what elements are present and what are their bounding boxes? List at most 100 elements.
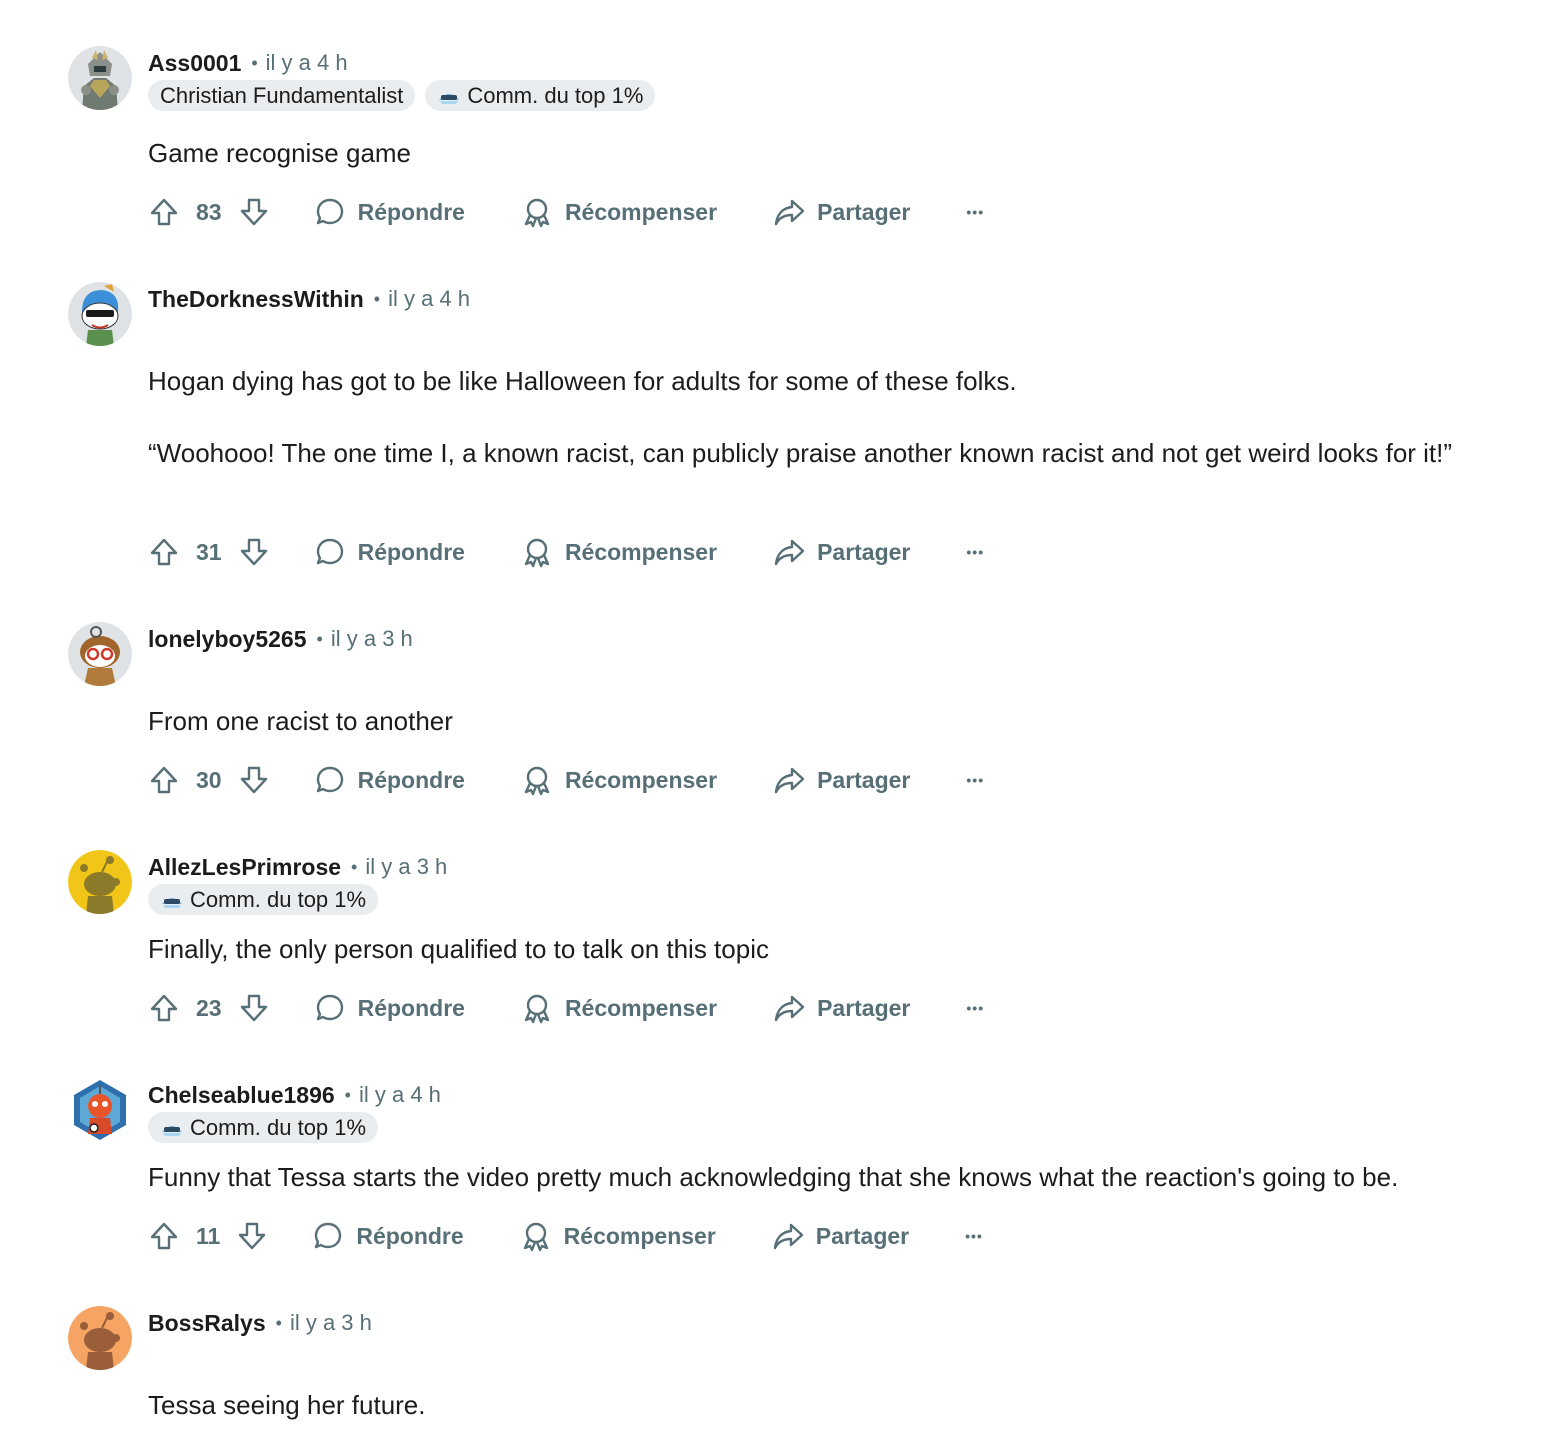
user-flair: Christian Fundamentalist bbox=[148, 80, 416, 111]
downvote-button[interactable] bbox=[238, 992, 270, 1024]
top-commenter-badge[interactable]: Comm. du top 1% bbox=[425, 80, 656, 111]
share-button[interactable]: Partager bbox=[772, 1220, 909, 1252]
award-label: Récompenser bbox=[564, 766, 718, 793]
separator-dot: • bbox=[251, 52, 258, 73]
award-button[interactable]: Récompenser bbox=[521, 536, 717, 568]
reply-label: Répondre bbox=[357, 198, 465, 225]
comment-body: From one racist to another bbox=[148, 701, 1508, 741]
award-button[interactable]: Récompenser bbox=[521, 196, 717, 228]
more-options-button[interactable]: ••• bbox=[966, 772, 984, 788]
upvote-button[interactable] bbox=[148, 764, 180, 796]
award-button[interactable]: Récompenser bbox=[521, 764, 717, 796]
timestamp[interactable]: il y a 3 h bbox=[290, 1310, 372, 1336]
timestamp[interactable]: il y a 3 h bbox=[365, 854, 447, 880]
timestamp[interactable]: il y a 4 h bbox=[359, 1082, 441, 1108]
armored-knight-avatar[interactable] bbox=[68, 46, 132, 110]
upvote-button[interactable] bbox=[148, 196, 180, 228]
separator-dot: • bbox=[351, 856, 358, 877]
top-commenter-icon bbox=[162, 897, 182, 908]
award-icon bbox=[524, 538, 550, 568]
vote-count: 30 bbox=[196, 766, 222, 793]
reply-label: Répondre bbox=[357, 994, 465, 1021]
comment-icon bbox=[315, 1222, 342, 1249]
more-options-button[interactable]: ••• bbox=[966, 204, 984, 220]
default-snoo-orange-avatar[interactable] bbox=[68, 1306, 132, 1370]
upvote-icon bbox=[150, 538, 178, 566]
share-icon bbox=[774, 767, 805, 794]
reply-button[interactable]: Répondre bbox=[314, 196, 465, 228]
downvote-button[interactable] bbox=[238, 536, 270, 568]
action-bar: 31 Répondre Récompenser Partager ••• bbox=[148, 532, 984, 572]
share-icon bbox=[774, 995, 805, 1022]
downvote-button[interactable] bbox=[238, 764, 270, 796]
downvote-icon bbox=[239, 1222, 266, 1250]
upvote-button[interactable] bbox=[148, 1220, 180, 1252]
top-commenter-badge[interactable]: Comm. du top 1% bbox=[148, 1112, 379, 1143]
comment-body: Hogan dying has got to be like Halloween… bbox=[148, 361, 1508, 473]
comment-icon bbox=[316, 766, 343, 793]
share-button[interactable]: Partager bbox=[773, 764, 910, 796]
action-bar: 11 Répondre Récompenser Partager ••• bbox=[148, 1216, 983, 1256]
share-button[interactable]: Partager bbox=[773, 992, 910, 1024]
reply-button[interactable]: Répondre bbox=[312, 1220, 464, 1252]
author-name[interactable]: Ass0001 bbox=[148, 50, 241, 77]
timestamp[interactable]: il y a 4 h bbox=[266, 50, 348, 76]
reply-button[interactable]: Répondre bbox=[314, 536, 465, 568]
downvote-icon bbox=[240, 198, 267, 226]
more-options-icon: ••• bbox=[965, 1228, 983, 1244]
comment-meta: BossRalys • il y a 3 h bbox=[148, 1306, 372, 1340]
top-commenter-icon bbox=[439, 93, 460, 104]
downvote-button[interactable] bbox=[238, 196, 270, 228]
author-name[interactable]: TheDorknessWithin bbox=[148, 286, 364, 313]
comment-icon bbox=[316, 198, 343, 225]
share-button[interactable]: Partager bbox=[773, 196, 910, 228]
flair-text: Comm. du top 1% bbox=[190, 886, 367, 912]
flair-text: Comm. du top 1% bbox=[467, 82, 644, 108]
award-button[interactable]: Récompenser bbox=[521, 992, 717, 1024]
share-label: Partager bbox=[817, 198, 911, 225]
award-icon bbox=[524, 994, 550, 1024]
comment-icon bbox=[316, 538, 343, 565]
timestamp[interactable]: il y a 4 h bbox=[388, 286, 470, 312]
reply-label: Répondre bbox=[356, 1222, 464, 1249]
more-options-icon: ••• bbox=[966, 204, 985, 220]
separator-dot: • bbox=[316, 628, 323, 649]
flair-text: Comm. du top 1% bbox=[190, 1114, 367, 1140]
glasses-snoo-avatar[interactable] bbox=[68, 622, 132, 686]
more-options-button[interactable]: ••• bbox=[966, 1000, 984, 1016]
comment-body: Tessa seeing her future. bbox=[148, 1385, 1508, 1425]
award-button[interactable]: Récompenser bbox=[520, 1220, 716, 1252]
robot-snoo-hexagon-avatar[interactable] bbox=[68, 1078, 132, 1142]
vote-count: 31 bbox=[196, 538, 222, 565]
timestamp[interactable]: il y a 3 h bbox=[331, 626, 413, 652]
comment-body: Finally, the only person qualified to to… bbox=[148, 929, 1508, 969]
award-icon bbox=[523, 1222, 548, 1252]
action-bar: 30 Répondre Récompenser Partager ••• bbox=[148, 760, 984, 800]
more-options-button[interactable]: ••• bbox=[965, 1228, 983, 1244]
comment-paragraph: From one racist to another bbox=[148, 706, 453, 736]
reply-button[interactable]: Répondre bbox=[314, 764, 465, 796]
flair-list: Comm. du top 1% bbox=[148, 884, 379, 915]
upvote-button[interactable] bbox=[148, 992, 180, 1024]
author-name[interactable]: BossRalys bbox=[148, 1310, 266, 1337]
more-options-icon: ••• bbox=[966, 772, 985, 788]
upvote-icon bbox=[150, 766, 178, 794]
share-icon bbox=[774, 539, 805, 566]
downvote-icon bbox=[240, 994, 267, 1022]
share-icon bbox=[774, 199, 805, 226]
award-label: Récompenser bbox=[564, 994, 718, 1021]
sunglasses-snoo-avatar[interactable] bbox=[68, 282, 132, 346]
share-label: Partager bbox=[817, 766, 911, 793]
comment-icon bbox=[316, 994, 343, 1021]
author-name[interactable]: Chelseablue1896 bbox=[148, 1082, 335, 1109]
top-commenter-badge[interactable]: Comm. du top 1% bbox=[148, 884, 379, 915]
upvote-button[interactable] bbox=[148, 536, 180, 568]
downvote-button[interactable] bbox=[236, 1220, 268, 1252]
author-name[interactable]: lonelyboy5265 bbox=[148, 626, 307, 653]
default-snoo-yellow-avatar[interactable] bbox=[68, 850, 132, 914]
share-button[interactable]: Partager bbox=[773, 536, 910, 568]
more-options-button[interactable]: ••• bbox=[966, 544, 984, 560]
upvote-icon bbox=[150, 994, 178, 1022]
author-name[interactable]: AllezLesPrimrose bbox=[148, 854, 341, 881]
reply-button[interactable]: Répondre bbox=[314, 992, 465, 1024]
